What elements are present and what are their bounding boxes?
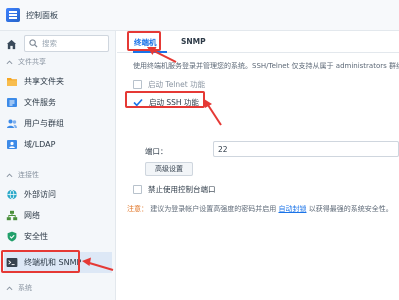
- network-icon: [6, 210, 18, 222]
- port-label: 端口：: [145, 147, 168, 156]
- chevron-up-icon: [4, 173, 14, 178]
- section-label: 文件共享: [18, 58, 46, 66]
- telnet-checkbox[interactable]: [133, 80, 142, 89]
- sidebar-item-label: 用户与群组: [24, 119, 64, 128]
- sidebar-item-network[interactable]: 网络: [4, 206, 112, 225]
- annotation-arrow-icon: [82, 257, 114, 271]
- home-icon: [6, 39, 16, 49]
- users-icon: [6, 118, 18, 130]
- sidebar-item-label: 外部访问: [24, 190, 56, 199]
- ssh-checkbox[interactable]: [133, 98, 143, 108]
- file-services-icon: [6, 97, 18, 109]
- search-icon: [29, 39, 38, 48]
- terminal-icon: [6, 257, 18, 269]
- sidebar-item-security[interactable]: 安全性: [4, 227, 112, 246]
- sidebar-item-label: 域/LDAP: [24, 140, 56, 149]
- note-suffix: 以获得最强的系统安全性。: [308, 205, 393, 213]
- console-option[interactable]: 禁止使用控制台端口: [133, 184, 216, 195]
- search-input[interactable]: [42, 39, 104, 48]
- sidebar-item-file-services[interactable]: 文件服务: [4, 93, 112, 112]
- sidebar-item-label: 文件服务: [24, 98, 56, 107]
- chevron-up-icon: [4, 286, 14, 291]
- ssh-option[interactable]: 启动 SSH 功能: [133, 97, 199, 108]
- advanced-settings-button[interactable]: 高级设置: [145, 162, 193, 176]
- tab-snmp[interactable]: SNMP: [181, 37, 206, 46]
- note-label: 注意：: [127, 205, 148, 213]
- title-bar: 控制面板: [0, 0, 399, 31]
- sidebar-item-label: 终端机和 SNMP: [24, 258, 82, 267]
- folder-share-icon: [6, 76, 18, 88]
- window-title: 控制面板: [26, 10, 58, 20]
- port-input[interactable]: [213, 141, 399, 157]
- chevron-up-icon: [4, 60, 14, 65]
- telnet-label: 启动 Telnet 功能: [148, 80, 206, 89]
- sidebar-item-ldap[interactable]: 域/LDAP: [4, 135, 112, 154]
- shield-icon: [6, 231, 18, 243]
- sidebar-item-label: 安全性: [24, 232, 48, 241]
- section-system[interactable]: 系统: [4, 281, 32, 295]
- console-checkbox[interactable]: [133, 185, 142, 194]
- ssh-label: 启动 SSH 功能: [149, 98, 199, 107]
- annotation-arrow-icon: [204, 99, 222, 126]
- search-box[interactable]: [24, 35, 109, 52]
- sidebar-item-external-access[interactable]: 外部访问: [4, 185, 112, 204]
- sidebar-item-users[interactable]: 用户与群组: [4, 114, 112, 133]
- section-file-sharing[interactable]: 文件共享: [4, 55, 46, 69]
- note-body: 建议为登录帐户设置高强度的密码并启用: [150, 205, 277, 213]
- section-label: 连接性: [18, 171, 39, 179]
- section-label: 系统: [18, 284, 32, 292]
- sidebar-item-shared-folder[interactable]: 共享文件夹: [4, 72, 112, 91]
- sidebar-item-label: 共享文件夹: [24, 77, 64, 86]
- home-button[interactable]: [3, 36, 19, 52]
- external-access-icon: [6, 189, 18, 201]
- note-text: 注意： 建议为登录帐户设置高强度的密码并启用 自动封锁 以获得最强的系统安全性。: [127, 204, 393, 214]
- checkmark-icon: [133, 98, 143, 107]
- console-label: 禁止使用控制台端口: [148, 185, 216, 194]
- section-connectivity[interactable]: 连接性: [4, 168, 39, 182]
- content-panel: 终端机 SNMP 使用终端机服务登录并管理您的系统。SSH/Telnet 仅支持…: [117, 31, 399, 300]
- control-panel-icon: [6, 8, 20, 22]
- telnet-option[interactable]: 启动 Telnet 功能: [133, 79, 205, 90]
- ldap-icon: [6, 139, 18, 151]
- auto-block-link[interactable]: 自动封锁: [278, 205, 306, 213]
- sidebar-item-label: 网络: [24, 211, 40, 220]
- annotation-arrow-icon: [147, 47, 177, 63]
